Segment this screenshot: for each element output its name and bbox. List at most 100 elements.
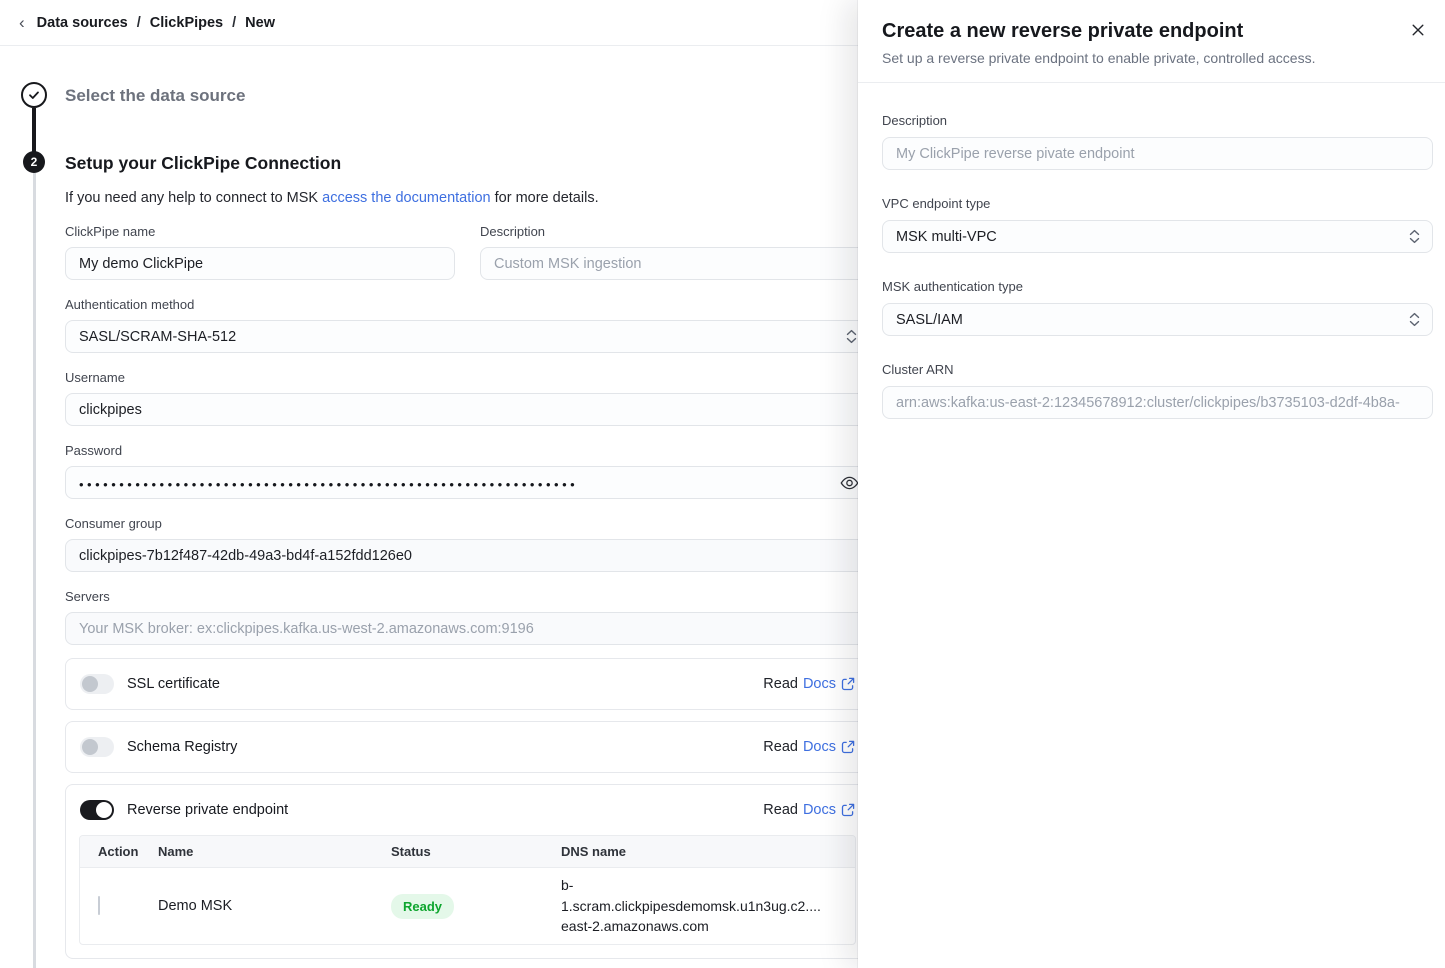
servers-input[interactable] — [65, 612, 870, 645]
username-label: Username — [65, 370, 870, 386]
schema-registry-label: Schema Registry — [127, 739, 237, 755]
breadcrumb-data-sources[interactable]: Data sources — [37, 15, 128, 31]
username-input[interactable] — [65, 393, 870, 426]
username-group: Username — [65, 370, 870, 426]
auth-method-select[interactable]: SASL/SCRAM-SHA-512 — [65, 320, 870, 353]
ssl-certificate-label: SSL certificate — [127, 676, 220, 692]
schema-registry-toggle[interactable] — [80, 737, 114, 757]
breadcrumb-separator: / — [232, 15, 236, 31]
vpc-endpoint-type-select[interactable]: MSK multi-VPC — [882, 220, 1433, 253]
auth-method-value: SASL/SCRAM-SHA-512 — [79, 329, 236, 345]
consumer-group-group: Consumer group — [65, 516, 870, 572]
panel-subtitle: Set up a reverse private endpoint to ena… — [882, 49, 1389, 67]
panel-title: Create a new reverse private endpoint — [882, 18, 1389, 44]
clickpipe-name-group: ClickPipe name — [65, 224, 455, 280]
vpc-endpoint-type-group: VPC endpoint type MSK multi-VPC — [882, 196, 1433, 253]
breadcrumb-new[interactable]: New — [245, 15, 275, 31]
clickpipe-name-label: ClickPipe name — [65, 224, 455, 240]
panel-description-input[interactable] — [882, 137, 1433, 170]
step-connector-done — [32, 108, 36, 152]
msk-auth-type-select[interactable]: SASL/IAM — [882, 303, 1433, 336]
toggle-password-visibility-button[interactable] — [840, 475, 859, 490]
password-input[interactable]: ••••••••••••••••••••••••••••••••••••••••… — [65, 466, 870, 499]
breadcrumb-separator: / — [137, 15, 141, 31]
read-text: Read — [763, 802, 798, 818]
clickpipe-name-input[interactable] — [65, 247, 455, 280]
description-input[interactable] — [480, 247, 870, 280]
external-link-icon — [841, 803, 855, 817]
msk-auth-type-label: MSK authentication type — [882, 279, 1433, 295]
endpoint-name: Demo MSK — [158, 898, 391, 914]
endpoint-table-header: Action Name Status DNS name — [80, 836, 855, 868]
close-panel-button[interactable] — [1411, 23, 1425, 37]
vpc-endpoint-type-value: MSK multi-VPC — [896, 229, 997, 245]
reverse-private-endpoint-toggle[interactable] — [80, 800, 114, 820]
msk-auth-type-group: MSK authentication type SASL/IAM — [882, 279, 1433, 336]
panel-body: Description VPC endpoint type MSK multi-… — [858, 83, 1445, 419]
help-text: If you need any help to connect to MSK a… — [65, 188, 870, 208]
read-text: Read — [763, 676, 798, 692]
endpoint-dns-name: b- 1.scram.clickpipesdemomsk.u1n3ug.c2..… — [561, 875, 855, 937]
consumer-group-label: Consumer group — [65, 516, 870, 532]
external-link-icon — [841, 740, 855, 754]
auth-method-group: Authentication method SASL/SCRAM-SHA-512 — [65, 297, 870, 353]
schema-registry-section: Schema Registry Read Docs — [65, 721, 870, 773]
chevron-up-down-icon — [1409, 312, 1420, 327]
read-text: Read — [763, 739, 798, 755]
password-label: Password — [65, 443, 870, 459]
dns-line: 1.scram.clickpipesdemomsk.u1n3ug.c2.... — [561, 896, 847, 917]
panel-description-group: Description — [882, 113, 1433, 170]
chevron-up-down-icon — [846, 329, 857, 344]
dns-line: east-2.amazonaws.com — [561, 916, 847, 937]
panel-header: Create a new reverse private endpoint Se… — [858, 0, 1445, 83]
ssl-certificate-section: SSL certificate Read Docs — [65, 658, 870, 710]
step-2-indicator: 2 — [23, 151, 45, 173]
column-header-name: Name — [158, 844, 391, 859]
description-label: Description — [480, 224, 870, 240]
status-badge: Ready — [391, 894, 454, 919]
documentation-link[interactable]: access the documentation — [322, 190, 490, 206]
breadcrumb-clickpipes[interactable]: ClickPipes — [150, 15, 223, 31]
row-select-checkbox[interactable] — [98, 896, 100, 915]
breadcrumb: Data sources / ClickPipes / New — [37, 15, 275, 31]
reverse-private-endpoint-label: Reverse private endpoint — [127, 802, 288, 818]
docs-link-text: Docs — [803, 739, 836, 755]
password-group: Password •••••••••••••••••••••••••••••••… — [65, 443, 870, 499]
external-link-icon — [841, 677, 855, 691]
auth-method-label: Authentication method — [65, 297, 870, 313]
step-1-title: Select the data source — [65, 86, 870, 106]
step-2-number: 2 — [31, 155, 38, 169]
close-icon — [1411, 23, 1425, 37]
eye-icon — [840, 475, 859, 490]
cluster-arn-input[interactable] — [882, 386, 1433, 419]
description-group: Description — [480, 224, 870, 280]
step-connector-pending — [33, 173, 36, 968]
help-text-suffix: for more details. — [491, 190, 599, 206]
ssl-certificate-toggle[interactable] — [80, 674, 114, 694]
schema-registry-docs-link[interactable]: Docs — [803, 739, 855, 755]
table-row: Demo MSK Ready b- 1.scram.clickpipesdemo… — [80, 868, 855, 944]
panel-description-label: Description — [882, 113, 1433, 129]
cluster-arn-group: Cluster ARN — [882, 362, 1433, 419]
clickpipe-setup-form: Select the data source Setup your ClickP… — [65, 46, 870, 959]
reverse-private-endpoint-section: Reverse private endpoint Read Docs Actio… — [65, 784, 870, 959]
check-icon — [27, 88, 41, 102]
step-2-title: Setup your ClickPipe Connection — [65, 153, 870, 174]
docs-link-text: Docs — [803, 802, 836, 818]
chevron-up-down-icon — [1409, 229, 1420, 244]
servers-group: Servers — [65, 589, 870, 645]
help-text-prefix: If you need any help to connect to MSK — [65, 190, 322, 206]
cluster-arn-label: Cluster ARN — [882, 362, 1433, 378]
msk-auth-type-value: SASL/IAM — [896, 312, 963, 328]
endpoint-table: Action Name Status DNS name Demo MSK Rea… — [79, 835, 856, 945]
reverse-endpoint-docs-link[interactable]: Docs — [803, 802, 855, 818]
create-reverse-endpoint-panel: Create a new reverse private endpoint Se… — [858, 0, 1445, 968]
column-header-dns: DNS name — [561, 844, 855, 859]
consumer-group-input[interactable] — [65, 539, 870, 572]
ssl-docs-link[interactable]: Docs — [803, 676, 855, 692]
docs-link-text: Docs — [803, 676, 836, 692]
vpc-endpoint-type-label: VPC endpoint type — [882, 196, 1433, 212]
password-masked-value: ••••••••••••••••••••••••••••••••••••••••… — [79, 475, 578, 491]
dns-line: b- — [561, 875, 847, 896]
back-chevron-icon[interactable]: ‹ — [19, 14, 25, 31]
